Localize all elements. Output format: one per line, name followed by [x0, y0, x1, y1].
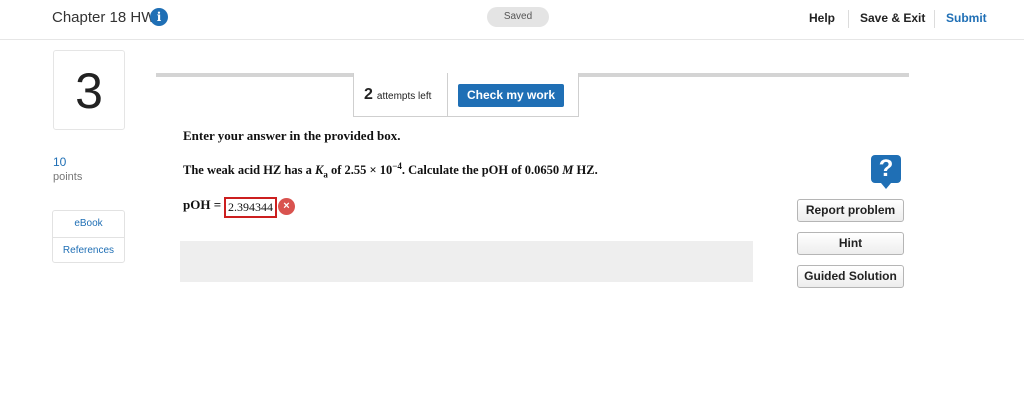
check-my-work-button[interactable]: Check my work [458, 84, 564, 107]
divider [848, 10, 849, 28]
help-link[interactable]: Help [809, 11, 835, 25]
feedback-panel [180, 241, 753, 282]
question-text-part: of 2.55 × 10 [327, 163, 393, 178]
exponent: −4 [392, 161, 402, 171]
help-question-icon[interactable]: ? [871, 155, 901, 189]
question-text: The weak acid HZ has a Ka of 2.55 × 10−4… [183, 161, 598, 180]
question-number: 3 [53, 50, 125, 130]
points-label: points [53, 171, 83, 183]
resources-panel: eBook References [52, 210, 125, 263]
saved-status-badge: Saved [487, 7, 549, 27]
poh-answer-input[interactable]: 2.394344 [224, 197, 277, 218]
report-problem-button[interactable]: Report problem [797, 199, 904, 222]
attempts-count: 2 [364, 86, 373, 103]
attempts-label: attempts left [376, 91, 432, 102]
attempts-panel: 2 attempts left Check my work [353, 73, 579, 117]
submit-link[interactable]: Submit [946, 11, 987, 25]
hint-button[interactable]: Hint [797, 232, 904, 255]
points-value: 10 [53, 155, 67, 169]
save-exit-link[interactable]: Save & Exit [860, 11, 925, 25]
ebook-link[interactable]: eBook [53, 211, 124, 237]
question-text-part: The weak acid HZ has a [183, 163, 315, 178]
guided-solution-button[interactable]: Guided Solution [797, 265, 904, 288]
info-icon[interactable]: i [150, 8, 168, 26]
assignment-title: Chapter 18 HW [52, 9, 156, 26]
answer-label: pOH = [183, 197, 222, 212]
question-text-part: . Calculate the pOH of 0.0650 [401, 163, 563, 178]
question-text-part: HZ. [573, 163, 598, 178]
molarity-symbol: M [562, 163, 574, 178]
divider [934, 10, 935, 28]
attempts-left: 2 attempts left [354, 73, 448, 116]
incorrect-icon: × [278, 198, 295, 215]
question-instruction: Enter your answer in the provided box. [183, 128, 401, 143]
top-bar: Chapter 18 HW i Saved Help Save & Exit S… [0, 0, 1024, 40]
references-link[interactable]: References [53, 237, 124, 263]
